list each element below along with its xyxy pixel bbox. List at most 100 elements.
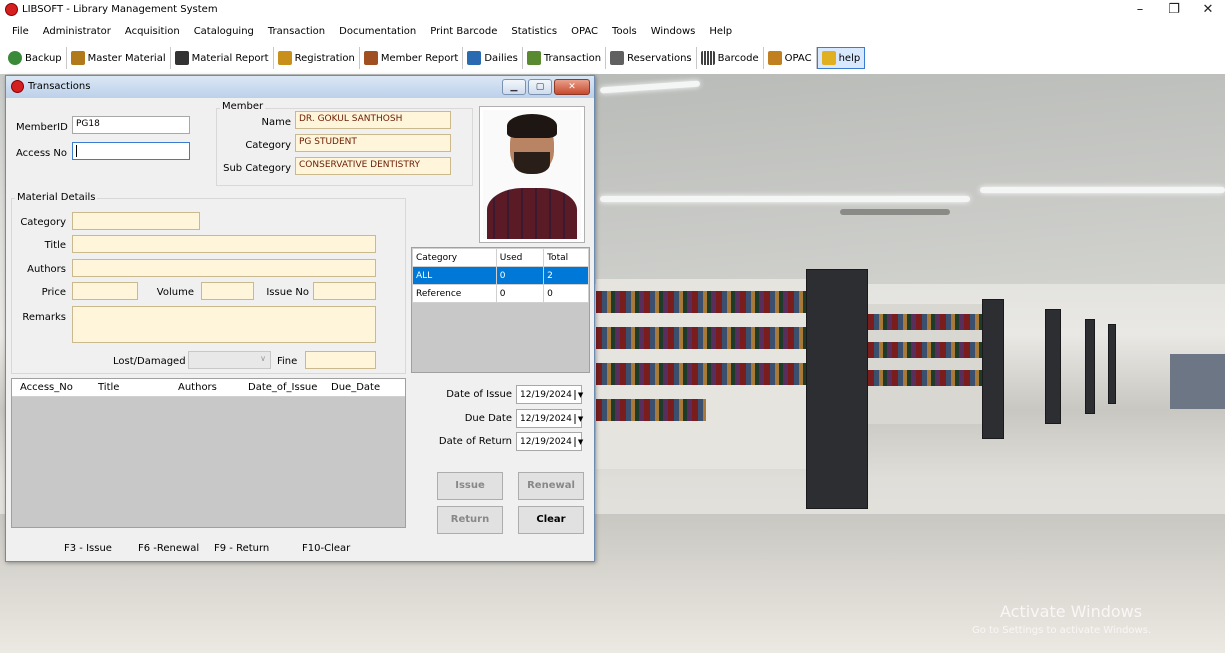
category-table-header: Category Used Total	[412, 248, 589, 267]
clear-button[interactable]: Clear	[518, 506, 584, 534]
book-stack	[1170, 354, 1225, 409]
renewal-button[interactable]: Renewal	[518, 472, 584, 500]
books-icon	[70, 51, 85, 65]
toolbar-reservations-button[interactable]: Reservations	[606, 47, 697, 69]
category-label: Category	[245, 140, 291, 151]
material-price-field	[72, 282, 138, 300]
shortcut-return-hint: F9 - Return	[214, 543, 270, 554]
col-title: Title	[98, 382, 120, 393]
shortcut-issue-hint: F3 - Issue	[64, 543, 112, 554]
col-authors: Authors	[178, 382, 217, 393]
date-of-issue-picker[interactable]: 12/19/2024 ▼	[516, 385, 584, 404]
name-label: Name	[261, 117, 291, 128]
app-logo-icon	[5, 3, 18, 16]
toolbar-registration-button[interactable]: Registration	[274, 47, 360, 69]
material-price-label: Price	[41, 287, 66, 298]
menu-cataloguing[interactable]: Cataloguing	[194, 26, 254, 37]
window-minimize-button[interactable]: ▁	[502, 79, 526, 95]
menu-transaction[interactable]: Transaction	[268, 26, 325, 37]
col-due-date: Due_Date	[331, 382, 381, 393]
transaction-icon	[526, 51, 541, 65]
member-id-input[interactable]: PG18	[72, 116, 190, 134]
grid-header: Access_No Title Authors Date_of_Issue Du…	[12, 379, 405, 397]
date-of-issue-label: Date of Issue	[446, 389, 512, 400]
menu-acquisition[interactable]: Acquisition	[125, 26, 180, 37]
menu-opac[interactable]: OPAC	[571, 26, 598, 37]
material-remarks-label: Remarks	[22, 312, 66, 323]
toolbar-barcode-button[interactable]: Barcode	[697, 47, 764, 69]
calendar-icon	[573, 389, 576, 400]
member-id-label: MemberID	[16, 122, 68, 133]
material-category-label: Category	[20, 217, 66, 228]
shortcut-renewal-hint: F6 -Renewal	[138, 543, 200, 554]
material-category-field	[72, 212, 200, 230]
menu-administrator[interactable]: Administrator	[43, 26, 111, 37]
fine-label: Fine	[277, 356, 298, 367]
menu-help[interactable]: Help	[709, 26, 732, 37]
lost-damaged-select[interactable]: ∨	[188, 351, 271, 369]
col-access-no: Access_No	[20, 382, 73, 393]
material-volume-label: Volume	[156, 287, 194, 298]
barcode-icon	[700, 51, 715, 65]
transactions-window: Transactions ▁ ▢ ✕ MemberID PG18 Access …	[5, 75, 595, 562]
window-close-button[interactable]: ✕	[554, 79, 590, 95]
backup-icon	[8, 51, 22, 65]
material-issue-no-label: Issue No	[266, 287, 309, 298]
table-row[interactable]: ALL 0 2	[412, 266, 589, 285]
material-issue-no-field	[313, 282, 376, 300]
toolbar-help-button[interactable]: help	[816, 47, 866, 69]
material-remarks-field	[72, 306, 376, 343]
return-button[interactable]: Return	[437, 506, 503, 534]
toolbar-transaction-button[interactable]: Transaction	[523, 47, 607, 69]
calendar-icon	[573, 436, 576, 447]
member-name-field: DR. GOKUL SANTHOSH	[295, 111, 451, 129]
members-icon	[363, 51, 378, 65]
menu-windows[interactable]: Windows	[651, 26, 696, 37]
subcategory-label: Sub Category	[223, 163, 291, 174]
toolbar-opac-button[interactable]: OPAC	[764, 47, 817, 69]
fine-field	[305, 351, 376, 369]
close-button[interactable]: ✕	[1191, 0, 1225, 21]
transactions-title: Transactions	[28, 81, 91, 92]
material-title-field	[72, 235, 376, 253]
chevron-down-icon: ▼	[577, 390, 584, 399]
issue-button[interactable]: Issue	[437, 472, 503, 500]
lost-damaged-label: Lost/Damaged	[113, 356, 186, 367]
material-title-label: Title	[44, 240, 66, 251]
menu-tools[interactable]: Tools	[612, 26, 637, 37]
member-group-label: Member	[220, 101, 266, 112]
toolbar-material-report-button[interactable]: Material Report	[171, 47, 274, 69]
activate-windows-hint: Go to Settings to activate Windows.	[972, 625, 1152, 636]
table-row[interactable]: Reference 0 0	[412, 284, 589, 303]
menu-statistics[interactable]: Statistics	[511, 26, 557, 37]
toolbar-master-material-button[interactable]: Master Material	[67, 47, 171, 69]
col-date-of-issue: Date_of_Issue	[248, 382, 318, 393]
date-of-return-picker[interactable]: 12/19/2024 ▼	[516, 432, 584, 451]
issued-items-grid[interactable]: Access_No Title Authors Date_of_Issue Du…	[11, 378, 406, 528]
toolbar-member-report-button[interactable]: Member Report	[360, 47, 464, 69]
toolbar-dailies-button[interactable]: Dailies	[463, 47, 523, 69]
toolbar: Backup Master Material Material Report R…	[0, 42, 1225, 74]
window-maximize-button[interactable]: ▢	[528, 79, 552, 95]
due-date-label: Due Date	[464, 413, 512, 424]
app-title: LIBSOFT - Library Management System	[22, 4, 218, 15]
minimize-button[interactable]: –	[1123, 0, 1157, 21]
toolbar-backup-button[interactable]: Backup	[4, 47, 67, 69]
activate-windows-watermark: Activate Windows	[1000, 602, 1143, 621]
maximize-button[interactable]: ❐	[1157, 0, 1191, 21]
transactions-window-icon	[11, 80, 24, 93]
member-category-field: PG STUDENT	[295, 134, 451, 152]
chevron-down-icon: ▼	[577, 437, 584, 446]
app-title-bar: LIBSOFT - Library Management System – ❐ …	[0, 0, 1225, 21]
menu-documentation[interactable]: Documentation	[339, 26, 416, 37]
access-no-input[interactable]	[72, 142, 190, 160]
text-cursor	[76, 145, 77, 157]
menu-print-barcode[interactable]: Print Barcode	[430, 26, 497, 37]
menu-file[interactable]: File	[12, 26, 29, 37]
due-date-picker[interactable]: 12/19/2024 ▼	[516, 409, 583, 428]
help-icon	[821, 51, 836, 65]
material-details-label: Material Details	[15, 192, 98, 203]
member-photo	[479, 106, 585, 243]
dailies-icon	[467, 51, 482, 65]
shortcut-clear-hint: F10-Clear	[302, 543, 351, 554]
